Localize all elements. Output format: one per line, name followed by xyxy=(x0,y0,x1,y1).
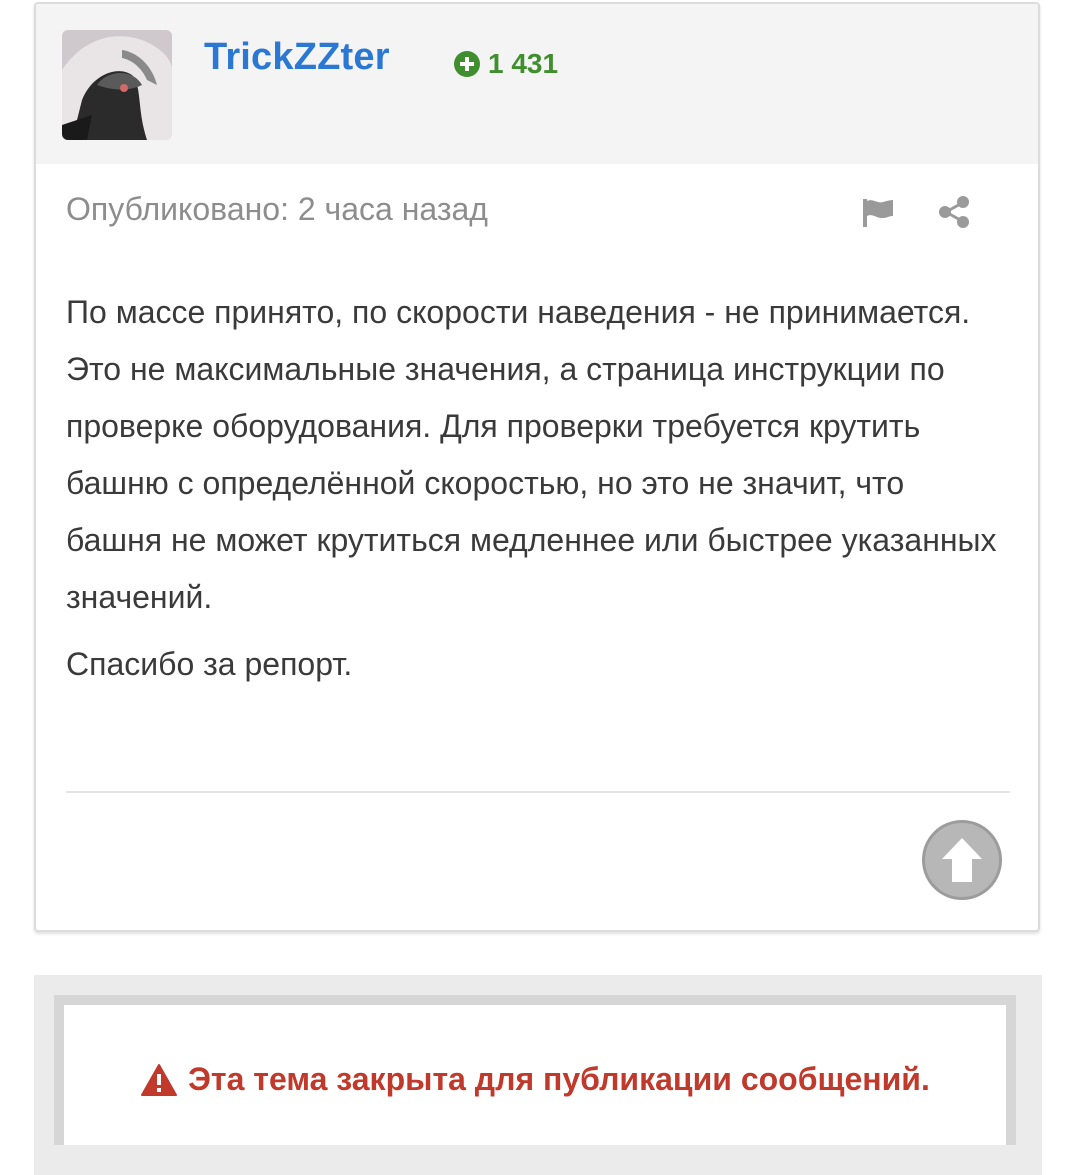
warning-icon xyxy=(141,1063,178,1096)
locked-topic-text: Эта тема закрыта для публикации сообщени… xyxy=(188,1061,930,1097)
post-paragraph: По массе принято, по скорости наведения … xyxy=(66,294,997,615)
published-time: Опубликовано: 2 часа назад xyxy=(66,191,488,227)
divider xyxy=(66,791,1010,793)
post-header: TrickZZter 1 431 xyxy=(36,4,1038,164)
locked-topic-section: Эта тема закрыта для публикации сообщени… xyxy=(34,975,1042,1175)
reputation-value: 1 431 xyxy=(488,48,559,79)
locked-topic-message: Эта тема закрыта для публикации сообщени… xyxy=(140,1061,930,1098)
flag-icon[interactable] xyxy=(860,194,896,230)
avatar[interactable] xyxy=(62,30,172,140)
avatar-image xyxy=(62,30,172,140)
arrow-up-icon xyxy=(942,838,982,882)
post-actions xyxy=(860,194,972,230)
locked-topic-box: Эта тема закрыта для публикации сообщени… xyxy=(54,995,1016,1145)
share-icon[interactable] xyxy=(936,194,972,230)
post-card: TrickZZter 1 431 Опубликовано: 2 часа на… xyxy=(34,2,1040,932)
author-name[interactable]: TrickZZter xyxy=(204,36,390,79)
upvote-button[interactable] xyxy=(922,820,1002,900)
post-paragraph: Спасибо за репорт. xyxy=(66,646,353,682)
post-content: По массе принято, по скорости наведения … xyxy=(66,284,1006,693)
reputation-badge: 1 431 xyxy=(454,48,558,80)
plus-circle-icon xyxy=(454,51,480,77)
